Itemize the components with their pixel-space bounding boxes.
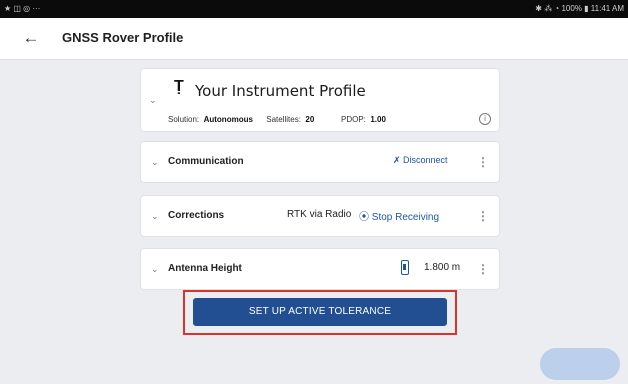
back-arrow-icon[interactable]: ←: [20, 28, 42, 50]
status-bar: ★ ◫ ◎ ··· ✱ ⁂ ◔ 100% ▮ 11:41 AM: [0, 0, 628, 18]
antenna-height-title: Antenna Height: [168, 263, 242, 274]
chevron-down-icon[interactable]: ⌄: [151, 264, 159, 275]
instrument-profile-card[interactable]: ⌄ Ṭ Your Instrument Profile Solution: Au…: [140, 68, 500, 132]
corrections-card[interactable]: ⌄ Corrections RTK via Radio ⦿ Stop Recei…: [140, 195, 500, 237]
set-up-active-tolerance-button[interactable]: SET UP ACTIVE TOLERANCE: [193, 298, 447, 326]
stop-receiving-button[interactable]: ⦿ Stop Receiving: [359, 208, 439, 223]
page-title: GNSS Rover Profile: [62, 30, 184, 45]
instrument-icon: Ṭ: [174, 78, 184, 95]
status-right-info: ✱ ⁂ ◔ 100% ▮ 11:41 AM: [535, 4, 624, 13]
more-options-icon[interactable]: ⋮: [477, 155, 489, 169]
corrections-title: Corrections: [168, 210, 225, 221]
satellites-value: 20: [305, 115, 315, 124]
info-icon[interactable]: i: [479, 113, 491, 125]
solution-value: Autonomous: [203, 115, 253, 124]
more-options-icon[interactable]: ⋮: [477, 262, 489, 276]
solution-label: Solution:: [168, 115, 200, 124]
pdop-value: 1.00: [370, 115, 386, 124]
pdop-label: PDOP:: [340, 115, 366, 124]
corrections-source: RTK via Radio: [287, 209, 352, 220]
app-bar: ← GNSS Rover Profile: [0, 18, 628, 60]
communication-title: Communication: [168, 156, 244, 167]
chevron-down-icon[interactable]: ⌄: [151, 157, 159, 168]
profile-title: Your Instrument Profile: [195, 82, 366, 100]
antenna-height-card[interactable]: ⌄ Antenna Height 1.800 m ⋮: [140, 248, 500, 290]
floating-action-button[interactable]: [540, 348, 620, 380]
profile-status-line: Solution: Autonomous Satellites: 20 PDOP…: [168, 115, 386, 124]
chevron-down-icon[interactable]: ⌄: [149, 95, 157, 106]
status-left-icons: ★ ◫ ◎ ···: [4, 4, 41, 13]
more-options-icon[interactable]: ⋮: [477, 209, 489, 223]
satellites-label: Satellites:: [266, 115, 301, 124]
disconnect-button[interactable]: ✗ Disconnect: [393, 155, 448, 166]
chevron-down-icon[interactable]: ⌄: [151, 211, 159, 222]
communication-card[interactable]: ⌄ Communication ✗ Disconnect ⋮: [140, 141, 500, 183]
antenna-height-icon: [401, 260, 409, 275]
antenna-height-value: 1.800 m: [424, 262, 461, 273]
